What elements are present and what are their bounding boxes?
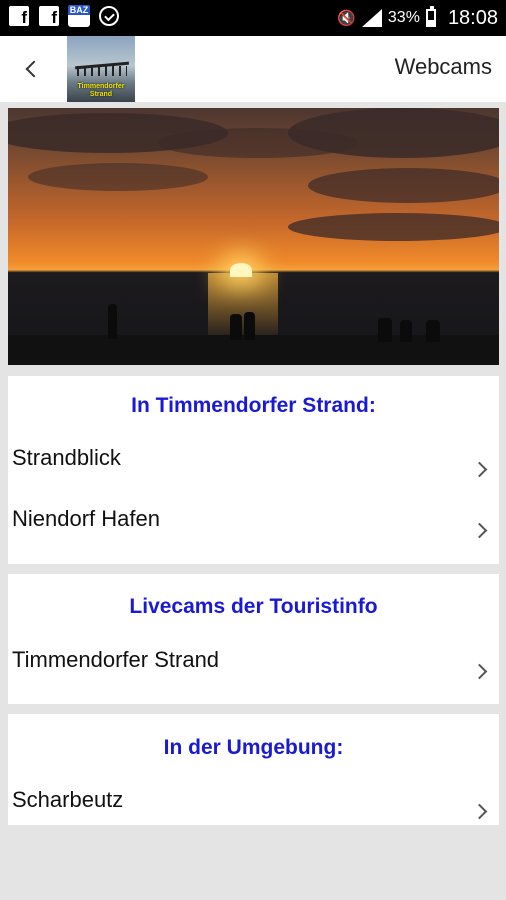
list-item-label: Niendorf Hafen bbox=[12, 506, 160, 531]
mute-icon: 🔇 bbox=[337, 9, 356, 27]
list-item[interactable]: Strandblick bbox=[8, 445, 499, 495]
facebook-icon: f bbox=[8, 5, 30, 27]
battery-percentage: 33% bbox=[387, 9, 420, 26]
chevron-right-icon bbox=[477, 463, 487, 473]
list-item-label: Strandblick bbox=[12, 445, 121, 470]
section-heading: In Timmendorfer Strand: bbox=[131, 394, 376, 417]
chevron-right-icon bbox=[477, 524, 487, 534]
page-title: Webcams bbox=[394, 54, 492, 79]
list-item[interactable]: Niendorf Hafen bbox=[8, 506, 499, 556]
facebook-icon: f bbox=[38, 5, 60, 27]
sync-icon bbox=[98, 5, 120, 27]
app-bar: Timmendorfer Strand Webcams bbox=[0, 36, 506, 102]
chevron-right-icon bbox=[477, 805, 487, 815]
baz-app-icon: BAZ bbox=[68, 5, 90, 27]
sun bbox=[230, 263, 252, 277]
back-chevron-icon[interactable] bbox=[18, 54, 48, 84]
section-heading: In der Umgebung: bbox=[163, 736, 344, 759]
list-item-label: Scharbeutz bbox=[12, 787, 124, 812]
notification-icons: f f BAZ bbox=[8, 5, 120, 27]
section-card: In Timmendorfer Strand: Strandblick Nien… bbox=[8, 376, 499, 564]
clock: 18:08 bbox=[447, 6, 498, 29]
status-bar: f f BAZ 🔇 33% 18:08 bbox=[0, 0, 506, 36]
bottom-area bbox=[0, 825, 506, 900]
sunset-webcam-image bbox=[8, 108, 499, 365]
section-card: Livecams der Touristinfo Timmendorfer St… bbox=[8, 574, 499, 704]
section-heading: Livecams der Touristinfo bbox=[129, 595, 378, 618]
logo-text: Timmendorfer Strand bbox=[77, 83, 125, 98]
chevron-right-icon bbox=[477, 665, 487, 675]
system-icons: 🔇 33% 18:08 bbox=[337, 0, 498, 36]
app-logo: Timmendorfer Strand bbox=[67, 36, 135, 102]
list-item-label: Timmendorfer Strand bbox=[12, 647, 220, 672]
section-card: In der Umgebung: Scharbeutz bbox=[8, 714, 499, 825]
battery-icon bbox=[425, 6, 436, 27]
list-item[interactable]: Timmendorfer Strand bbox=[8, 647, 499, 697]
signal-icon bbox=[361, 9, 382, 27]
